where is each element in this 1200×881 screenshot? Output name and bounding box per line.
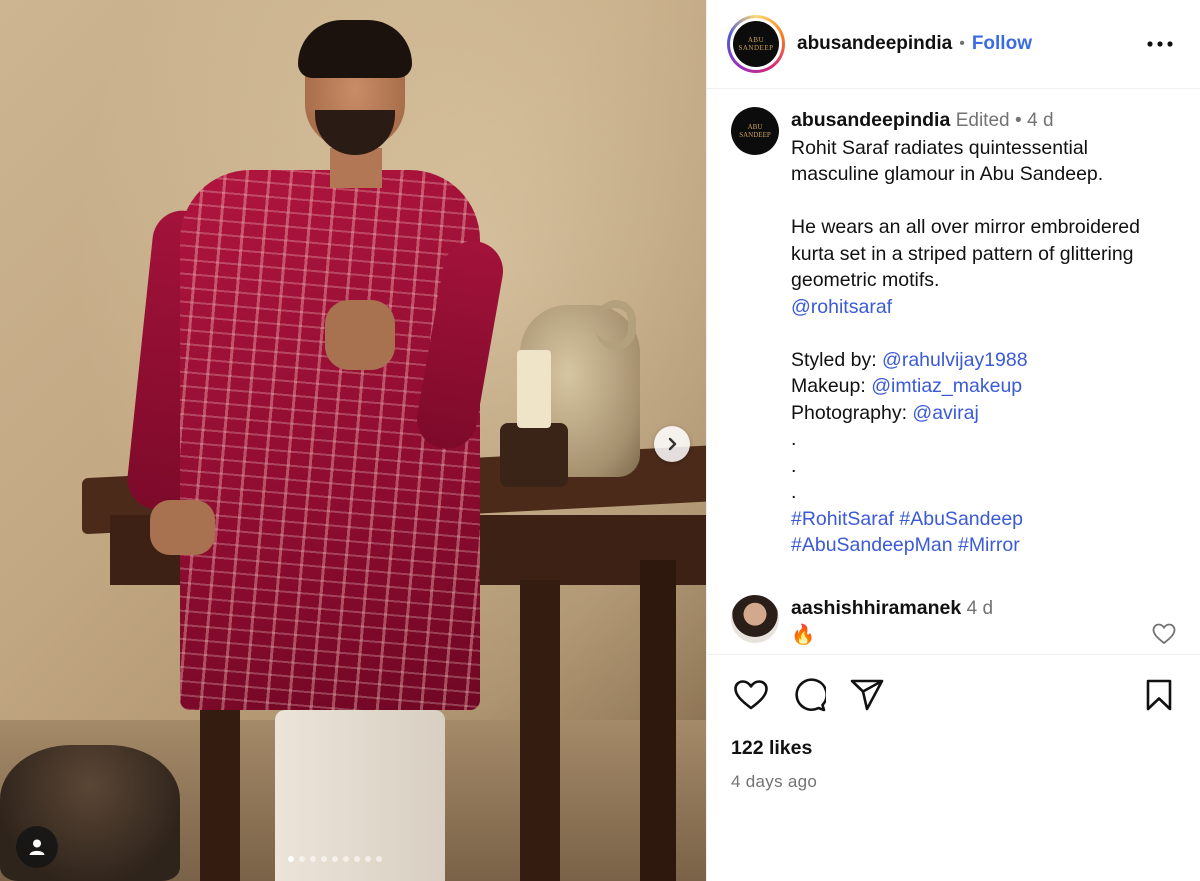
avatar[interactable]: ABU SANDEEP bbox=[731, 107, 779, 155]
carousel-dot bbox=[288, 856, 294, 862]
like-comment-button[interactable] bbox=[1152, 623, 1176, 650]
model-hand bbox=[325, 300, 395, 370]
post-caption: ABU SANDEEP abusandeepindia Edited • 4 d… bbox=[731, 107, 1180, 559]
comment-item: aashishhiramanek 4 d 🔥 bbox=[731, 594, 1180, 650]
mention-link[interactable]: @rahulvijay1988 bbox=[882, 349, 1028, 371]
hashtag-link[interactable]: #AbuSandeepMan #Mirror bbox=[791, 534, 1020, 556]
photo-table-leg bbox=[520, 580, 560, 881]
caption-username[interactable]: abusandeepindia bbox=[791, 109, 950, 131]
share-button[interactable] bbox=[847, 675, 887, 715]
carousel-dot bbox=[376, 856, 382, 862]
comments-section[interactable]: ABU SANDEEP abusandeepindia Edited • 4 d… bbox=[707, 89, 1200, 654]
carousel-dot bbox=[343, 856, 349, 862]
follow-button[interactable]: Follow bbox=[972, 33, 1032, 55]
caption-line: He wears an all over mirror embroidered … bbox=[791, 216, 1140, 291]
mention-link[interactable]: @imtiaz_makeup bbox=[871, 375, 1022, 397]
more-icon bbox=[1147, 41, 1173, 47]
comment-button[interactable] bbox=[789, 675, 829, 715]
model-beard bbox=[315, 110, 395, 155]
comment-body: aashishhiramanek 4 d 🔥 bbox=[791, 595, 993, 648]
hashtag-link[interactable]: #RohitSaraf #AbuSandeep bbox=[791, 508, 1023, 530]
share-icon bbox=[850, 679, 884, 711]
credit-label: Styled by: bbox=[791, 348, 883, 371]
comment-text: 🔥 bbox=[791, 623, 816, 646]
model-hand bbox=[150, 500, 215, 555]
carousel-indicator bbox=[288, 856, 382, 862]
bookmark-icon bbox=[1146, 679, 1172, 711]
likes-count[interactable]: 122 likes bbox=[731, 737, 1177, 760]
chevron-right-icon bbox=[668, 437, 677, 451]
credit-label: Makeup: bbox=[791, 375, 872, 397]
mention-link[interactable]: @aviraj bbox=[912, 402, 978, 424]
photo-jug-handle bbox=[596, 300, 636, 350]
post-media[interactable] bbox=[0, 0, 706, 881]
photo-candle-holder bbox=[500, 423, 568, 487]
caption-dot: . bbox=[791, 481, 797, 503]
credit-line: Makeup: @imtiaz_makeup bbox=[791, 373, 1180, 400]
edited-label: Edited bbox=[955, 110, 1010, 131]
mention-link[interactable]: @rohitsaraf bbox=[791, 296, 892, 318]
heart-icon bbox=[734, 680, 768, 710]
photo-table-leg bbox=[640, 560, 676, 881]
caption-body: abusandeepindia Edited • 4 d Rohit Saraf… bbox=[791, 107, 1180, 559]
tagged-users-button[interactable] bbox=[16, 826, 58, 868]
carousel-dot bbox=[354, 856, 360, 862]
carousel-dot bbox=[365, 856, 371, 862]
like-button[interactable] bbox=[731, 675, 771, 715]
credit-line: Photography: @aviraj bbox=[791, 400, 1180, 427]
caption-dot: . bbox=[791, 454, 797, 477]
avatar-frame: ABU SANDEEP bbox=[730, 18, 782, 70]
separator: • bbox=[959, 35, 965, 52]
separator: • bbox=[1015, 110, 1022, 131]
photo-candle bbox=[517, 350, 551, 428]
next-image-button[interactable] bbox=[654, 426, 690, 462]
logo-text: SANDEEP bbox=[738, 44, 774, 52]
logo-text: ABU bbox=[747, 123, 763, 131]
credit-line: Styled by: @rahulvijay1988 bbox=[791, 347, 1180, 374]
comment-icon bbox=[795, 678, 826, 712]
avatar[interactable] bbox=[731, 594, 779, 643]
user-tag-icon bbox=[29, 839, 45, 855]
model-hair bbox=[298, 20, 412, 78]
action-bar bbox=[731, 675, 1177, 715]
carousel-dot bbox=[332, 856, 338, 862]
logo-text: SANDEEP bbox=[739, 131, 771, 139]
comment-username[interactable]: aashishhiramanek bbox=[791, 597, 961, 619]
more-options-button[interactable] bbox=[1140, 29, 1180, 59]
header-username[interactable]: abusandeepindia bbox=[797, 33, 952, 55]
caption-age: 4 d bbox=[1027, 110, 1054, 131]
caption-meta-row: abusandeepindia Edited • 4 d bbox=[791, 107, 1180, 135]
photo-model bbox=[124, 10, 508, 881]
post-timestamp[interactable]: 4 days ago bbox=[731, 772, 1177, 792]
post-actions-area: 122 likes 4 days ago bbox=[707, 654, 1200, 792]
carousel-dot bbox=[310, 856, 316, 862]
post-header: ABU SANDEEP abusandeepindia • Follow bbox=[707, 0, 1200, 89]
heart-icon bbox=[1152, 623, 1176, 644]
post-details-panel: ABU SANDEEP abusandeepindia • Follow ABU… bbox=[706, 0, 1200, 881]
logo-text: ABU bbox=[747, 36, 765, 44]
caption-line: Rohit Saraf radiates quintessential masc… bbox=[791, 136, 1104, 186]
story-ring[interactable]: ABU SANDEEP bbox=[727, 15, 785, 73]
carousel-dot bbox=[321, 856, 327, 862]
caption-dot: . bbox=[791, 428, 797, 450]
credit-label: Photography: bbox=[791, 401, 913, 424]
save-button[interactable] bbox=[1139, 675, 1179, 715]
comment-age: 4 d bbox=[966, 597, 994, 619]
avatar: ABU SANDEEP bbox=[733, 21, 779, 67]
carousel-dot bbox=[299, 856, 305, 862]
